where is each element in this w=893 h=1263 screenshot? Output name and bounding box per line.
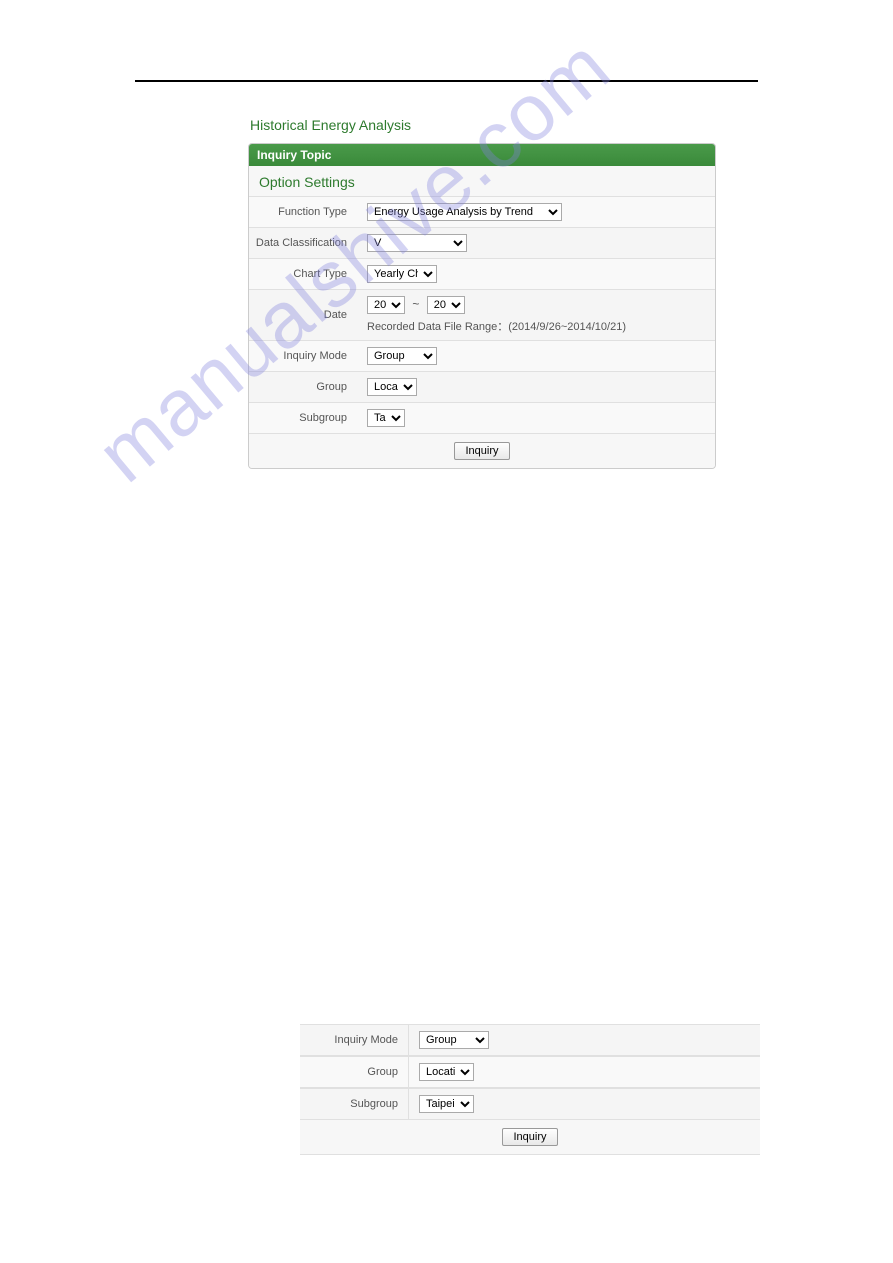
- cell-function-type: Energy Usage Analysis by Trend: [357, 197, 715, 227]
- panel-secondary-wrapper: Inquiry Mode Group Group Location Subgro…: [300, 1024, 760, 1155]
- row-subgroup: Subgroup Taipei: [249, 403, 715, 434]
- select-group[interactable]: Location: [367, 378, 417, 396]
- label2-group: Group: [300, 1058, 408, 1086]
- recorded-range-text: Recorded Data File Range：(2014/9/26~2014…: [367, 318, 705, 334]
- select-function-type[interactable]: Energy Usage Analysis by Trend: [367, 203, 562, 221]
- select-date-to[interactable]: 2014: [427, 296, 465, 314]
- cell-group: Location: [357, 372, 715, 402]
- select2-inquiry-mode[interactable]: Group: [419, 1031, 489, 1049]
- select2-subgroup[interactable]: Taipei: [419, 1095, 474, 1113]
- row-date: Date 2014 ~ 2014 Recorded Data File Rang…: [249, 290, 715, 341]
- submit-row-2: Inquiry: [300, 1120, 760, 1155]
- row2-subgroup: Subgroup Taipei: [300, 1088, 760, 1120]
- date-separator: ~: [412, 297, 419, 311]
- label-data-classification: Data Classification: [249, 229, 357, 257]
- row2-inquiry-mode: Inquiry Mode Group: [300, 1024, 760, 1056]
- select-inquiry-mode[interactable]: Group: [367, 347, 437, 365]
- label-group: Group: [249, 373, 357, 401]
- label2-inquiry-mode: Inquiry Mode: [300, 1026, 408, 1054]
- select-data-classification[interactable]: V: [367, 234, 467, 252]
- page-title: Historical Energy Analysis: [248, 117, 716, 133]
- inquiry-button[interactable]: Inquiry: [454, 442, 509, 460]
- row-chart-type: Chart Type Yearly Chart: [249, 259, 715, 290]
- panel-main-wrapper: Historical Energy Analysis Inquiry Topic…: [248, 117, 716, 469]
- row-data-classification: Data Classification V: [249, 228, 715, 259]
- select-chart-type[interactable]: Yearly Chart: [367, 265, 437, 283]
- cell-inquiry-mode: Group: [357, 341, 715, 371]
- row2-group: Group Location: [300, 1056, 760, 1088]
- label-chart-type: Chart Type: [249, 260, 357, 288]
- row-inquiry-mode: Inquiry Mode Group: [249, 341, 715, 372]
- cell2-subgroup: Taipei: [408, 1089, 760, 1119]
- label-subgroup: Subgroup: [249, 404, 357, 432]
- submit-row: Inquiry: [249, 434, 715, 468]
- select2-group[interactable]: Location: [419, 1063, 474, 1081]
- cell2-inquiry-mode: Group: [408, 1025, 760, 1055]
- panel-header: Inquiry Topic: [249, 144, 715, 166]
- label-function-type: Function Type: [249, 198, 357, 226]
- cell2-group: Location: [408, 1057, 760, 1087]
- page-top-rule: [135, 80, 758, 82]
- row-group: Group Location: [249, 372, 715, 403]
- inquiry-button-2[interactable]: Inquiry: [502, 1128, 557, 1146]
- label2-subgroup: Subgroup: [300, 1090, 408, 1118]
- inquiry-panel: Inquiry Topic Option Settings Function T…: [248, 143, 716, 469]
- label-date: Date: [249, 301, 357, 329]
- select-date-from[interactable]: 2014: [367, 296, 405, 314]
- cell-date: 2014 ~ 2014 Recorded Data File Range：(20…: [357, 290, 715, 340]
- row-function-type: Function Type Energy Usage Analysis by T…: [249, 197, 715, 228]
- cell-chart-type: Yearly Chart: [357, 259, 715, 289]
- label-inquiry-mode: Inquiry Mode: [249, 342, 357, 370]
- cell-subgroup: Taipei: [357, 403, 715, 433]
- panel-subtitle: Option Settings: [249, 166, 715, 197]
- cell-data-classification: V: [357, 228, 715, 258]
- select-subgroup[interactable]: Taipei: [367, 409, 405, 427]
